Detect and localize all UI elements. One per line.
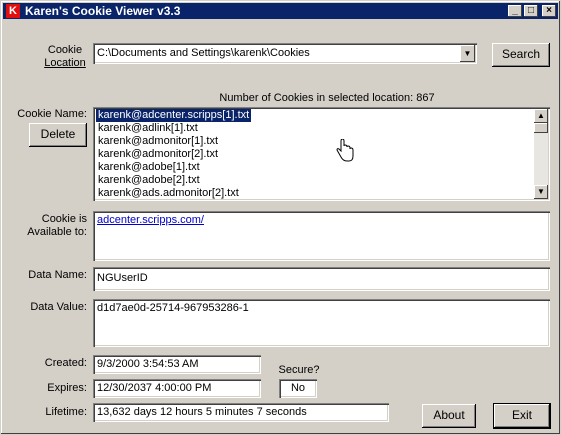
cookie-count: Number of Cookies in selected location: …: [219, 92, 435, 104]
available-field[interactable]: adcenter.scripps.com/: [93, 211, 550, 261]
minimize-button[interactable]: _: [508, 5, 522, 17]
exit-button[interactable]: Exit: [494, 404, 550, 428]
cookie-location-label: Cookie Location: [39, 44, 91, 70]
lifetime-label: Lifetime:: [45, 406, 87, 418]
data-value-field[interactable]: d1d7ae0d-25714-967953286-1: [93, 299, 550, 347]
list-item[interactable]: karenk@ads.admonitor[2].txt: [96, 187, 241, 200]
list-item[interactable]: karenk@adobe[2].txt: [96, 174, 202, 187]
cookie-name-label: Cookie Name:: [17, 108, 87, 120]
available-link[interactable]: adcenter.scripps.com/: [97, 214, 204, 226]
cookie-location-label-line2: Location: [44, 57, 86, 69]
list-item[interactable]: karenk@adlink[1].txt: [96, 122, 200, 135]
chevron-down-icon[interactable]: ▼: [460, 45, 475, 62]
secure-field[interactable]: No: [279, 379, 317, 398]
data-value-label: Data Value:: [30, 301, 87, 313]
close-button[interactable]: ×: [542, 5, 556, 17]
window-title: Karen's Cookie Viewer v3.3: [25, 4, 181, 18]
list-item[interactable]: karenk@admonitor[1].txt: [96, 135, 220, 148]
available-label-line2: Available to:: [27, 226, 87, 238]
list-item[interactable]: karenk@admonitor[2].txt: [96, 148, 220, 161]
scroll-down-icon[interactable]: ▼: [534, 185, 548, 199]
maximize-button[interactable]: □: [524, 5, 538, 17]
list-item[interactable]: karenk@adcenter.scripps[1].txt: [96, 109, 252, 122]
lifetime-field[interactable]: 13,632 days 12 hours 5 minutes 7 seconds: [93, 403, 389, 422]
title-bar[interactable]: K Karen's Cookie Viewer v3.3 _ □ ×: [3, 3, 558, 19]
location-combobox[interactable]: C:\Documents and Settings\karenk\Cookies…: [93, 43, 477, 64]
data-name-field[interactable]: NGUserID: [93, 267, 550, 291]
available-label: Cookie is Available to:: [15, 213, 87, 239]
about-button[interactable]: About: [422, 404, 476, 428]
expires-field[interactable]: 12/30/2037 4:00:00 PM: [93, 379, 261, 398]
list-item[interactable]: karenk@adobe[1].txt: [96, 161, 202, 174]
secure-label: Secure?: [278, 364, 320, 376]
search-button[interactable]: Search: [492, 43, 550, 67]
scroll-up-icon[interactable]: ▲: [534, 109, 548, 123]
location-path: C:\Documents and Settings\karenk\Cookies: [97, 47, 310, 59]
created-field[interactable]: 9/3/2000 3:54:53 AM: [93, 355, 261, 374]
cookie-list[interactable]: karenk@adcenter.scripps[1].txt karenk@ad…: [93, 107, 550, 201]
delete-button[interactable]: Delete: [29, 123, 87, 147]
list-scrollbar[interactable]: ▲ ▼: [534, 109, 548, 199]
expires-label: Expires:: [47, 382, 87, 394]
cookie-location-label-line1: Cookie: [47, 44, 83, 56]
hand-cursor-icon: [336, 139, 354, 162]
available-label-line1: Cookie is: [41, 213, 87, 225]
main-window: K Karen's Cookie Viewer v3.3 _ □ × Cooki…: [0, 0, 561, 435]
app-icon: K: [6, 4, 20, 18]
data-name-label: Data Name:: [28, 269, 87, 281]
scroll-thumb[interactable]: [534, 123, 548, 133]
created-label: Created:: [44, 357, 87, 369]
